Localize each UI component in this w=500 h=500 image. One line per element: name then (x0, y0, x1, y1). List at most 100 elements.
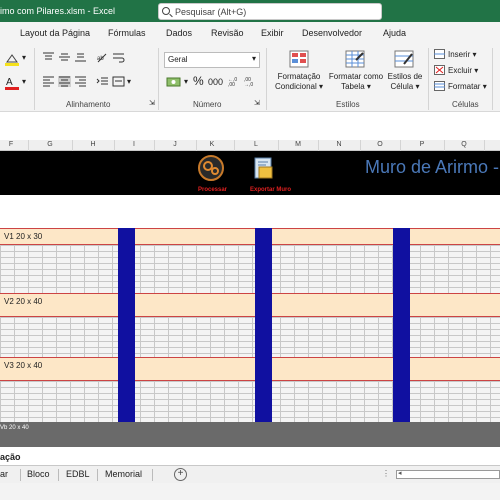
decrease-decimal-icon[interactable]: ,00 →,0 (244, 75, 257, 88)
number-format-select[interactable]: Geral ▾ (164, 52, 260, 68)
cell-styles-icon[interactable] (394, 50, 414, 68)
column-header-n[interactable]: N (318, 141, 360, 148)
chevron-down-icon[interactable]: ▾ (22, 53, 26, 62)
number-format-value: Geral (168, 55, 188, 64)
format-button[interactable]: Formatar ▾ (448, 82, 487, 91)
search-placeholder: Pesquisar (Alt+G) (175, 7, 247, 17)
align-middle-icon[interactable] (58, 52, 71, 63)
pillar (393, 228, 410, 422)
tab-ajuda[interactable]: Ajuda (383, 28, 406, 38)
svg-text:,00: ,00 (228, 82, 235, 87)
status-bar (0, 483, 500, 500)
chevron-down-icon: ▾ (482, 82, 487, 91)
column-header-p[interactable]: P (400, 141, 444, 148)
dialog-launcher-icon[interactable]: ⇲ (254, 99, 260, 107)
masonry-wall-band (0, 381, 500, 422)
column-header-m[interactable]: M (278, 141, 318, 148)
column-header-h[interactable]: H (72, 141, 114, 148)
align-right-icon[interactable] (74, 76, 87, 87)
column-header-k[interactable]: K (196, 141, 228, 148)
column-header-g[interactable]: G (28, 141, 72, 148)
chevron-down-icon: ▾ (472, 50, 477, 59)
chevron-down-icon: ▾ (251, 54, 256, 63)
align-left-icon[interactable] (42, 76, 55, 87)
fill-color-icon[interactable] (4, 52, 19, 66)
export-label: Exportar Muro (250, 187, 292, 193)
increase-decimal-icon[interactable]: ←,0,00 (228, 75, 241, 88)
merge-center-icon[interactable] (112, 76, 125, 87)
title-bar: imo com Pilares.xlsm - Excel Pesquisar (… (0, 0, 500, 22)
search-box[interactable]: Pesquisar (Alt+G) (158, 3, 382, 20)
chevron-down-icon: ▾ (474, 66, 479, 75)
align-center-icon[interactable] (58, 76, 71, 87)
beam-v2: V2 20 x 40 (0, 293, 500, 317)
format-label: Formatar (448, 82, 481, 91)
chevron-down-icon: ▾ (415, 82, 420, 91)
thousands-button[interactable]: 000 (208, 77, 223, 87)
cell-styles-line1: Estilos de (387, 72, 423, 81)
format-icon[interactable] (434, 81, 445, 91)
tab-revisao[interactable]: Revisão (211, 28, 244, 38)
tab-exibir[interactable]: Exibir (261, 28, 284, 38)
column-header-q[interactable]: Q (444, 141, 484, 148)
sheet-tab[interactable]: ar (0, 469, 8, 479)
delete-button[interactable]: Excluir ▾ (448, 66, 478, 75)
scroll-left-icon[interactable]: ◂ (398, 469, 402, 477)
insert-button[interactable]: Inserir ▾ (448, 50, 476, 59)
tab-desenvolvedor[interactable]: Desenvolvedor (302, 28, 362, 38)
currency-icon[interactable] (166, 76, 182, 87)
column-header-f[interactable]: F (0, 141, 22, 148)
format-as-table-button[interactable]: Formatar como Tabela ▾ (326, 72, 386, 92)
sheet-tab-edbl[interactable]: EDBL (66, 469, 90, 479)
insert-icon[interactable] (434, 49, 445, 59)
ribbon: A ▾ ▾ ab ▾ Alinhamento ⇲ Geral ▾ ▾ % 000… (0, 44, 500, 112)
dialog-launcher-icon[interactable]: ⇲ (149, 99, 155, 107)
conditional-formatting-icon[interactable] (289, 50, 309, 68)
column-header-j[interactable]: J (154, 141, 196, 148)
align-bottom-icon[interactable] (74, 52, 87, 63)
indent-icon[interactable] (96, 76, 109, 87)
column-header-i[interactable]: I (114, 141, 154, 148)
foundation-beam: Vb 20 x 40 (0, 422, 500, 447)
divider (20, 469, 21, 481)
format-as-table-icon[interactable] (345, 50, 365, 68)
divider (492, 48, 493, 110)
delete-icon[interactable] (434, 65, 445, 75)
svg-text:→,0: →,0 (244, 82, 253, 87)
tab-dados[interactable]: Dados (166, 28, 192, 38)
horizontal-scrollbar[interactable]: ◂ (396, 470, 500, 479)
sheet-tab-bloco[interactable]: Bloco (27, 469, 50, 479)
chevron-down-icon[interactable]: ▾ (184, 77, 188, 86)
chevron-down-icon[interactable]: ▾ (22, 77, 26, 86)
font-color-icon[interactable]: A (4, 76, 19, 90)
column-header-l[interactable]: L (234, 141, 278, 148)
process-label: Processar (198, 187, 228, 193)
wrap-text-icon[interactable] (112, 52, 125, 63)
pillar (255, 228, 272, 422)
align-top-icon[interactable] (42, 52, 55, 63)
conditional-formatting-button[interactable]: Formatação Condicional ▾ (270, 72, 328, 92)
format-as-table-line1: Formatar como (328, 72, 384, 81)
column-header-o[interactable]: O (360, 141, 400, 148)
svg-text:ab: ab (97, 56, 104, 62)
chevron-down-icon[interactable]: ▾ (127, 77, 131, 86)
percent-button[interactable]: % (193, 74, 204, 88)
gears-icon (198, 155, 224, 181)
more-options-icon[interactable]: ⋮ (382, 469, 390, 478)
tab-formulas[interactable]: Fórmulas (108, 28, 146, 38)
sheet-tab-memorial[interactable]: Memorial (105, 469, 142, 479)
beam-v1: V1 20 x 30 (0, 228, 500, 245)
column-headers: F G H I J K L M N O P Q (0, 140, 500, 151)
tab-layout-da-pagina[interactable]: Layout da Página (20, 28, 90, 38)
ribbon-tabs: Layout da Página Fórmulas Dados Revisão … (0, 22, 500, 44)
conditional-formatting-line1: Formatação (277, 72, 321, 81)
pillar (118, 228, 135, 422)
cell-styles-button[interactable]: Estilos de Célula ▾ (384, 72, 426, 92)
orientation-icon[interactable]: ab (96, 52, 109, 63)
number-group-label: Número (193, 100, 222, 109)
export-wall-button[interactable] (254, 157, 274, 181)
beam-label: V2 20 x 40 (4, 297, 43, 306)
window-title: imo com Pilares.xlsm - Excel (0, 6, 116, 16)
process-button[interactable] (198, 155, 224, 181)
add-sheet-button[interactable]: + (174, 468, 187, 481)
